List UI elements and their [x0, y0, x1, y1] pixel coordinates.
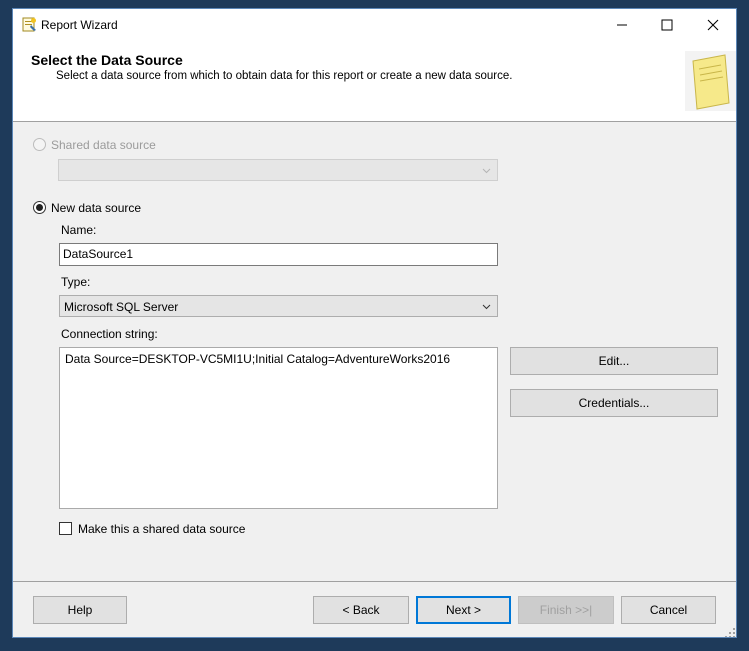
- footer-divider: [13, 581, 736, 582]
- maximize-icon: [661, 19, 673, 31]
- finish-button[interactable]: Finish >>|: [518, 596, 614, 624]
- report-wizard-icon: [22, 17, 36, 32]
- minimize-button[interactable]: [600, 9, 645, 41]
- back-button[interactable]: < Back: [313, 596, 409, 624]
- name-label: Name:: [61, 223, 97, 237]
- chevron-down-icon: [482, 168, 491, 174]
- type-select-value: Microsoft SQL Server: [64, 300, 179, 314]
- connection-string-value: Data Source=DESKTOP-VC5MI1U;Initial Cata…: [65, 352, 451, 366]
- radio-selected-dot: [36, 204, 43, 211]
- help-button[interactable]: Help: [33, 596, 127, 624]
- chevron-down-icon: [482, 304, 491, 310]
- new-data-source-radio[interactable]: [33, 201, 46, 214]
- minimize-icon: [617, 24, 627, 26]
- page-subtitle: Select a data source from which to obtai…: [56, 70, 513, 82]
- report-wizard-window: Report Wizard Select the Data Source Sel…: [12, 8, 737, 638]
- shared-data-source-select[interactable]: [58, 159, 498, 181]
- name-input[interactable]: DataSource1: [59, 243, 498, 266]
- shared-data-source-radio[interactable]: [33, 138, 46, 151]
- close-button[interactable]: [691, 9, 736, 41]
- cancel-button[interactable]: Cancel: [621, 596, 716, 624]
- credentials-button[interactable]: Credentials...: [510, 389, 718, 417]
- name-input-value: DataSource1: [63, 247, 134, 261]
- shared-data-source-label: Shared data source: [51, 138, 156, 152]
- maximize-button[interactable]: [645, 9, 690, 41]
- connection-string-input[interactable]: Data Source=DESKTOP-VC5MI1U;Initial Cata…: [59, 347, 498, 509]
- make-shared-label: Make this a shared data source: [78, 522, 246, 536]
- page-title: Select the Data Source: [31, 52, 183, 68]
- next-button[interactable]: Next >: [416, 596, 511, 624]
- type-label: Type:: [61, 275, 91, 289]
- new-data-source-label: New data source: [51, 201, 142, 215]
- edit-button[interactable]: Edit...: [510, 347, 718, 375]
- window-title: Report Wizard: [41, 18, 118, 32]
- resize-grip-icon[interactable]: [724, 627, 736, 638]
- make-shared-checkbox[interactable]: [59, 522, 72, 535]
- title-bar[interactable]: Report Wizard: [13, 9, 736, 41]
- close-icon: [707, 19, 719, 31]
- type-select[interactable]: Microsoft SQL Server: [59, 295, 498, 317]
- document-icon: [685, 51, 736, 111]
- wizard-header: Select the Data Source Select a data sou…: [13, 41, 736, 122]
- connection-string-label: Connection string:: [61, 327, 158, 341]
